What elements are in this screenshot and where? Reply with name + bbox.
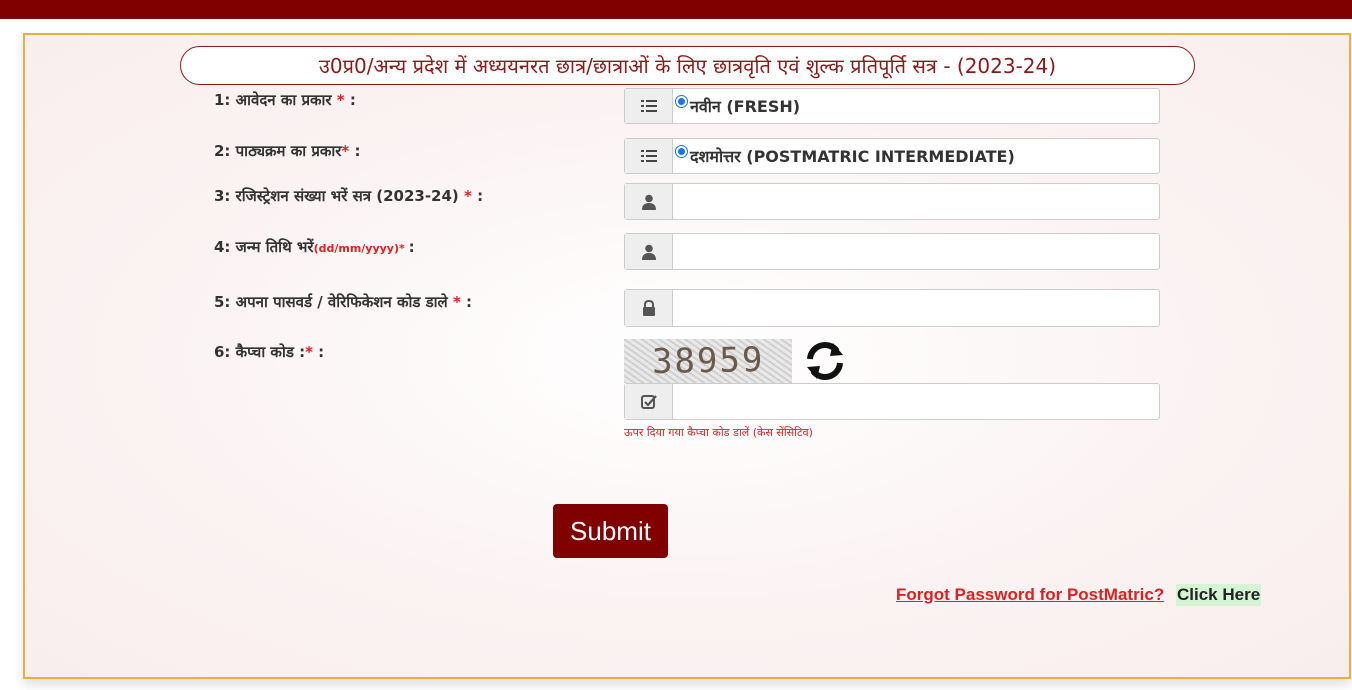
course-type-label: 2: पाठ्यक्रम का प्रकार* :: [214, 142, 361, 160]
list-icon: [625, 89, 673, 123]
user-icon: [625, 184, 673, 219]
captcha-code: 38959: [651, 340, 765, 382]
postmatric-radio[interactable]: [675, 145, 688, 158]
refresh-captcha-icon[interactable]: [804, 340, 846, 382]
submit-button[interactable]: Submit: [553, 504, 668, 558]
captcha-label: 6: कैप्चा कोड :* :: [214, 343, 325, 361]
dob-input[interactable]: [673, 234, 1159, 269]
click-here-link[interactable]: Click Here: [1176, 584, 1262, 606]
application-type-label: 1: आवेदन का प्रकार * :: [214, 91, 356, 109]
registration-input[interactable]: [673, 184, 1159, 219]
lock-icon: [625, 290, 673, 326]
fresh-radio[interactable]: [675, 95, 688, 108]
application-type-field: नवीन (FRESH): [624, 88, 1160, 124]
top-bar: [0, 0, 1352, 19]
password-label: 5: अपना पासवर्ड / वेरिफिकेशन कोड डाले * …: [214, 293, 473, 311]
captcha-image: 38959: [624, 339, 792, 383]
application-type-option[interactable]: नवीन (FRESH): [673, 89, 1159, 123]
dob-label: 4: जन्म तिथि भरें(dd/mm/yyyy)* :: [214, 238, 415, 256]
dob-field: [624, 233, 1160, 270]
page-title: उ0प्र0/अन्य प्रदेश में अध्ययनरत छात्र/छा…: [180, 46, 1195, 85]
captcha-input[interactable]: [673, 384, 1159, 419]
password-input[interactable]: [673, 290, 1159, 326]
postmatric-option-label: दशमोत्तर (POSTMATRIC INTERMEDIATE): [690, 147, 1015, 166]
registration-field: [624, 183, 1160, 220]
page-title-text: उ0प्र0/अन्य प्रदेश में अध्ययनरत छात्र/छा…: [318, 54, 1057, 78]
list-icon: [625, 139, 673, 173]
forgot-password-link[interactable]: Forgot Password for PostMatric?: [896, 585, 1164, 605]
registration-label: 3: रजिस्ट्रेशन संख्या भरें सत्र (2023-24…: [214, 187, 484, 205]
captcha-field: [624, 383, 1160, 420]
password-field: [624, 289, 1160, 327]
captcha-hint: ऊपर दिया गया कैप्चा कोड डालें (केस सेंसि…: [624, 426, 813, 439]
check-icon: [625, 384, 673, 419]
user-icon: [625, 234, 673, 269]
course-type-option[interactable]: दशमोत्तर (POSTMATRIC INTERMEDIATE): [673, 139, 1159, 173]
course-type-field: दशमोत्तर (POSTMATRIC INTERMEDIATE): [624, 138, 1160, 174]
fresh-option-label: नवीन (FRESH): [690, 97, 801, 116]
